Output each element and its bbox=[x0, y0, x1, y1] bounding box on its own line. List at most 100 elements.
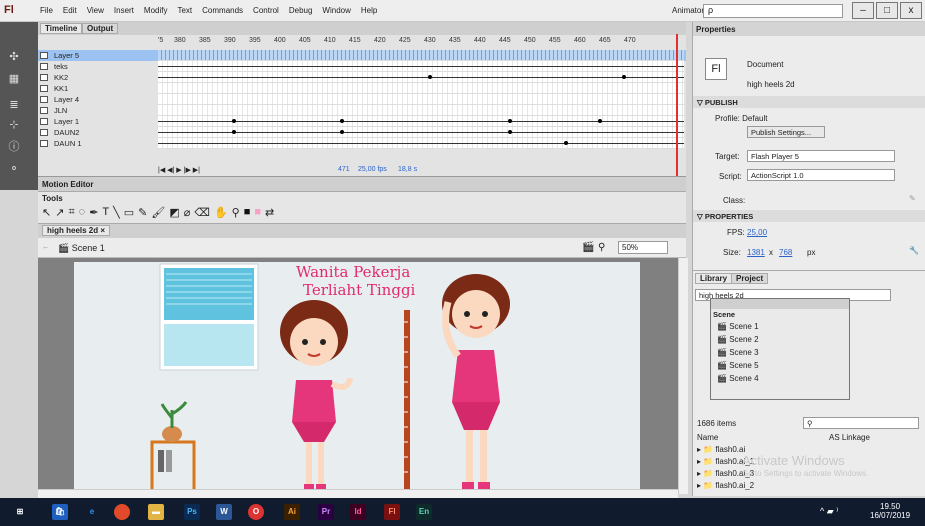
menu-text[interactable]: Text bbox=[177, 6, 192, 15]
windows-start-icon[interactable]: ⊞ bbox=[12, 504, 28, 520]
menu-commands[interactable]: Commands bbox=[202, 6, 243, 15]
selection-tool-icon[interactable]: ↖ bbox=[42, 206, 51, 219]
minimize-button[interactable]: – bbox=[852, 2, 874, 19]
transform-tool-icon[interactable]: ⌗ bbox=[68, 206, 74, 219]
scene-breadcrumb[interactable]: 🎬 Scene 1 bbox=[58, 243, 105, 254]
clock[interactable]: 19.50 16/07/2019 bbox=[870, 502, 910, 520]
close-button[interactable]: x bbox=[900, 2, 922, 19]
swatches-icon[interactable]: ▦ bbox=[4, 72, 24, 88]
scene-list-item[interactable]: 🎬 Scene 3 bbox=[713, 346, 839, 359]
transform-icon[interactable]: ⊹ bbox=[4, 118, 24, 134]
column-name[interactable]: Name bbox=[697, 433, 718, 442]
keyframe[interactable] bbox=[232, 130, 236, 134]
layer-row[interactable]: Layer 1 bbox=[38, 116, 686, 127]
library-item[interactable]: ▸ 📁 flash0.ai_2 bbox=[697, 481, 754, 493]
premiere-icon[interactable]: Pr bbox=[318, 504, 334, 520]
edge-icon[interactable]: e bbox=[84, 504, 100, 520]
publish-settings-button[interactable]: Publish Settings... bbox=[747, 126, 825, 138]
encoder-icon[interactable]: En bbox=[416, 504, 432, 520]
opera-icon[interactable]: O bbox=[248, 504, 264, 520]
layer-row[interactable]: KK2 bbox=[38, 72, 686, 83]
indesign-icon[interactable]: Id bbox=[350, 504, 366, 520]
playback-buttons[interactable]: |◀ ◀| ▶ |▶ ▶| bbox=[158, 166, 200, 174]
illustrator-icon[interactable]: Ai bbox=[284, 504, 300, 520]
keyframe[interactable] bbox=[232, 119, 236, 123]
frame-rate[interactable]: 25,00 fps bbox=[358, 166, 387, 173]
layer-row[interactable]: DAUN 1 bbox=[38, 138, 686, 149]
layer-row[interactable]: DAUN2 bbox=[38, 127, 686, 138]
layer-name[interactable]: DAUN2 bbox=[54, 128, 79, 137]
lasso-tool-icon[interactable]: ◌ bbox=[79, 206, 86, 219]
maximize-button[interactable]: □ bbox=[876, 2, 898, 19]
layer-row[interactable]: JLN bbox=[38, 105, 686, 116]
keyframe[interactable] bbox=[340, 130, 344, 134]
library-search-input[interactable]: ⚲ bbox=[803, 417, 919, 429]
current-frame[interactable]: 471 bbox=[338, 166, 350, 173]
tab-library[interactable]: Library bbox=[695, 273, 733, 284]
keyframe[interactable] bbox=[508, 119, 512, 123]
column-linkage[interactable]: AS Linkage bbox=[829, 433, 870, 442]
scene-list-item[interactable]: 🎬 Scene 4 bbox=[713, 372, 839, 385]
layer-name[interactable]: DAUN 1 bbox=[54, 139, 82, 148]
properties-tab[interactable]: Properties bbox=[693, 22, 925, 36]
publish-section[interactable]: ▽ PUBLISH bbox=[693, 96, 925, 108]
layer-name[interactable]: KK2 bbox=[54, 73, 68, 82]
back-arrow-icon[interactable]: ← bbox=[42, 242, 50, 251]
layer-row[interactable]: Layer 5 bbox=[38, 50, 686, 61]
stroke-color-swatch[interactable]: ■ bbox=[244, 206, 251, 219]
motion-presets-icon[interactable]: ⚬ bbox=[4, 162, 24, 178]
scene-panel-titlebar[interactable] bbox=[711, 299, 849, 309]
layer-frames[interactable] bbox=[158, 83, 684, 94]
animate-icon[interactable]: Fl bbox=[384, 504, 400, 520]
scene-list-item[interactable]: 🎬 Scene 1 bbox=[713, 320, 839, 333]
menu-file[interactable]: File bbox=[40, 6, 53, 15]
layer-frames[interactable] bbox=[158, 61, 684, 72]
pen-tool-icon[interactable]: ✒ bbox=[89, 206, 98, 219]
eyedropper-tool-icon[interactable]: ⌀ bbox=[184, 206, 191, 219]
keyframe[interactable] bbox=[428, 75, 432, 79]
hand-tool-icon[interactable]: ✋ bbox=[214, 206, 228, 219]
layer-row[interactable]: teks bbox=[38, 61, 686, 72]
swap-colors-icon[interactable]: ⇄ bbox=[265, 206, 274, 219]
layer-row[interactable]: Layer 4 bbox=[38, 94, 686, 105]
layer-frames[interactable] bbox=[158, 138, 684, 149]
store-icon[interactable]: 🛍 bbox=[52, 504, 68, 520]
scene-list-item[interactable]: 🎬 Scene 2 bbox=[713, 333, 839, 346]
zoom-tool-icon[interactable]: ⚲ bbox=[232, 206, 240, 219]
keyframe[interactable] bbox=[564, 141, 568, 145]
frame-ruler[interactable]: '5 380 385 390 395 400 405 410 415 420 4… bbox=[158, 37, 684, 48]
height-value[interactable]: 768 bbox=[779, 248, 792, 257]
keyframe[interactable] bbox=[598, 119, 602, 123]
stage-horizontal-scrollbar[interactable] bbox=[38, 489, 678, 498]
edit-symbol-icon[interactable]: ⚲ bbox=[598, 242, 605, 253]
library-item[interactable]: ▸ 📁 flash0.ai bbox=[697, 445, 745, 457]
menu-edit[interactable]: Edit bbox=[63, 6, 77, 15]
menu-view[interactable]: View bbox=[87, 6, 104, 15]
keyframe[interactable] bbox=[622, 75, 626, 79]
script-select[interactable]: ActionScript 1.0 bbox=[747, 169, 895, 181]
menu-modify[interactable]: Modify bbox=[144, 6, 168, 15]
brush-tool-icon[interactable]: 🖌 bbox=[151, 206, 165, 219]
help-search-input[interactable]: ρ bbox=[703, 4, 843, 18]
edit-scene-icon[interactable]: 🎬 bbox=[582, 242, 594, 253]
layer-frames[interactable] bbox=[158, 105, 684, 116]
fill-color-swatch[interactable]: ■ bbox=[254, 206, 261, 219]
layer-frames[interactable] bbox=[158, 50, 684, 61]
menu-window[interactable]: Window bbox=[322, 6, 350, 15]
keyframe[interactable] bbox=[340, 119, 344, 123]
zoom-select[interactable]: 50% bbox=[618, 241, 668, 254]
tab-project[interactable]: Project bbox=[731, 273, 769, 284]
line-tool-icon[interactable]: ╲ bbox=[113, 206, 120, 219]
word-icon[interactable]: W bbox=[216, 504, 232, 520]
layer-name[interactable]: Layer 1 bbox=[54, 117, 79, 126]
bucket-tool-icon[interactable]: ◩ bbox=[169, 206, 179, 219]
motion-editor-header[interactable]: Motion Editor bbox=[38, 177, 686, 192]
layer-frames[interactable] bbox=[158, 116, 684, 127]
wrench-icon[interactable]: 🔧 bbox=[909, 246, 919, 255]
chrome-icon[interactable] bbox=[114, 504, 130, 520]
properties-section[interactable]: ▽ PROPERTIES bbox=[693, 210, 925, 222]
text-tool-icon[interactable]: T bbox=[102, 206, 109, 219]
photoshop-icon[interactable]: Ps bbox=[184, 504, 200, 520]
stage-vertical-scrollbar[interactable] bbox=[678, 258, 688, 494]
eraser-tool-icon[interactable]: ⌫ bbox=[194, 206, 210, 219]
